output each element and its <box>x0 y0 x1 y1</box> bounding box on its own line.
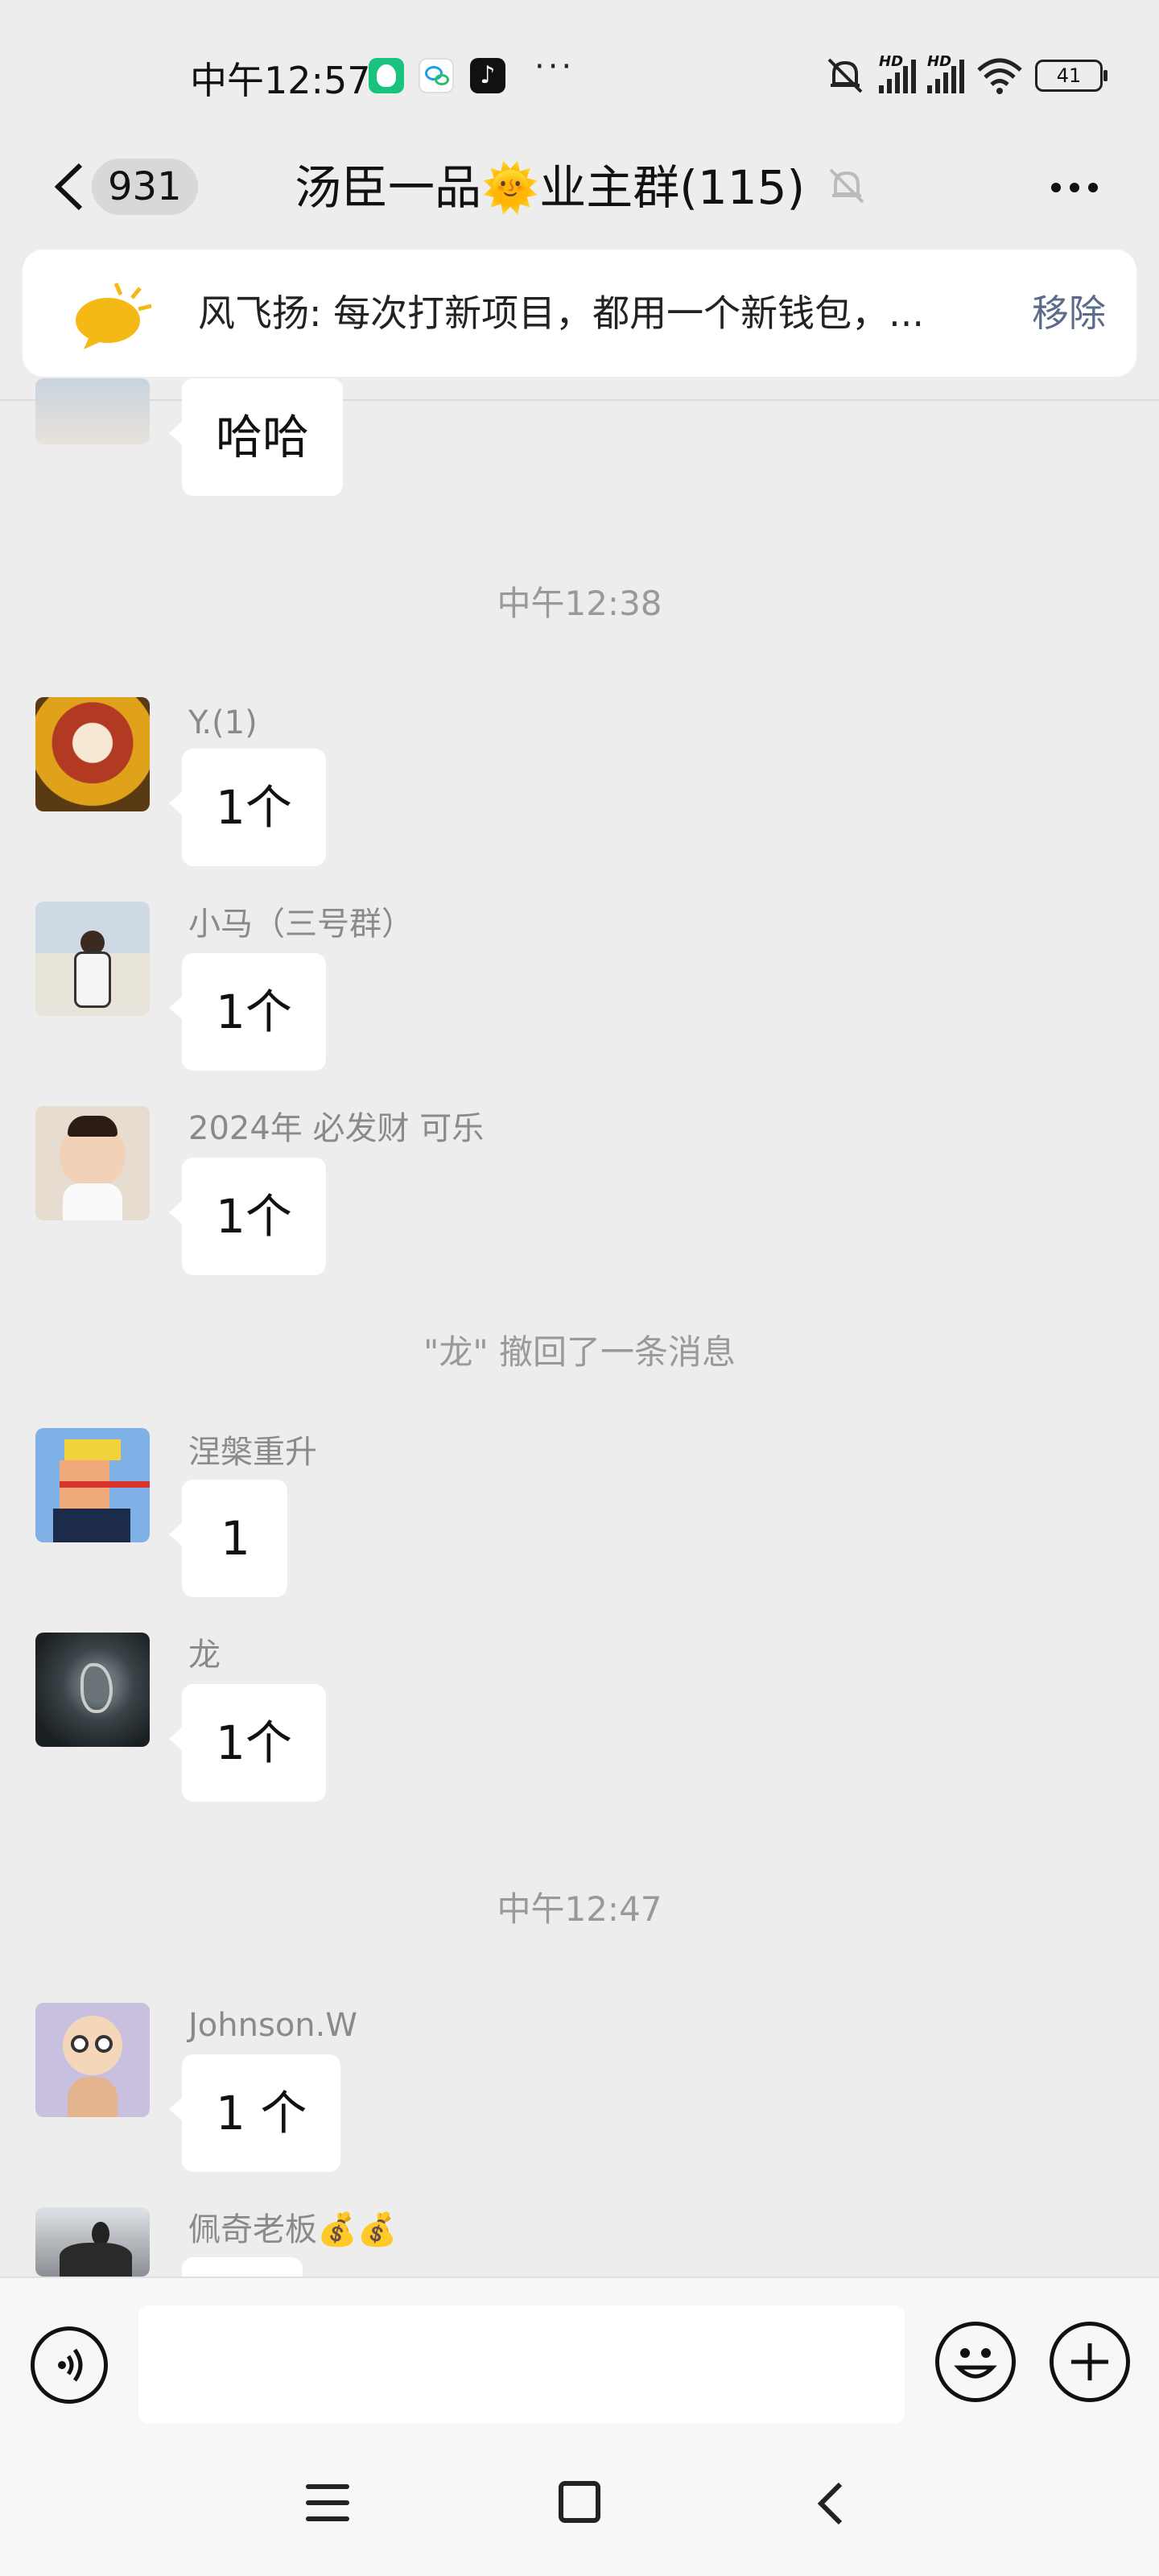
chat-header: 931 汤臣一品🌞业主群(115) <box>0 141 1159 237</box>
app-shield-icon <box>369 58 404 93</box>
status-time: 中午12:57 <box>190 59 371 102</box>
system-status-icons: HD HD 41 <box>823 52 1107 100</box>
sender-name: 2024年 必发财 可乐 <box>188 1110 485 1147</box>
message-bubble[interactable]: 哈哈 <box>168 378 344 496</box>
timestamp: 中午12:47 <box>497 1889 662 1929</box>
signal-icon: HD <box>879 53 916 93</box>
unread-count-badge[interactable]: 931 <box>92 159 198 215</box>
smiley-icon <box>954 2348 997 2379</box>
input-bar <box>0 2277 1159 2576</box>
message-bubble[interactable]: 1个 <box>169 1158 326 1275</box>
signal-icon: HD <box>927 53 964 93</box>
recall-notice: "龙" 撤回了一条消息 <box>423 1332 736 1372</box>
nav-home-button[interactable] <box>559 2481 600 2523</box>
message-bubble[interactable]: 1 个 <box>168 2054 341 2172</box>
more-functions-button[interactable] <box>1050 2322 1130 2402</box>
nav-back-icon[interactable] <box>811 2479 852 2528</box>
message-input[interactable] <box>138 2306 905 2423</box>
muted-bell-icon <box>829 168 864 204</box>
sender-name: 龙 <box>188 1637 221 1674</box>
message-bubble[interactable]: 1个 <box>169 1684 326 1802</box>
chat-bubbles-icon <box>419 58 454 93</box>
sender-name: 涅槃重升 <box>188 1434 317 1471</box>
timestamp: 中午12:38 <box>497 584 662 623</box>
more-notifications-icon: ··· <box>534 48 575 85</box>
battery-icon: 41 <box>1035 60 1107 92</box>
tiktok-icon: ♪ <box>470 58 505 93</box>
plus-icon <box>1071 2343 1108 2380</box>
remove-pin-button[interactable]: 移除 <box>1032 288 1106 338</box>
avatar[interactable] <box>35 697 150 811</box>
avatar[interactable] <box>35 378 150 444</box>
message-bubble[interactable] <box>169 2257 303 2325</box>
sender-name: 佩奇老板💰💰 <box>188 2211 398 2248</box>
message-bubble[interactable]: 1个 <box>169 953 326 1071</box>
pinned-message[interactable]: 风飞扬: 每次打新项目，都用一个新钱包，... 移除 <box>23 250 1136 377</box>
voice-input-button[interactable] <box>31 2326 108 2404</box>
muted-bell-icon <box>827 58 863 93</box>
sender-name: 小马（三号群） <box>188 906 414 943</box>
nav-menu-button[interactable] <box>306 2484 349 2524</box>
avatar[interactable] <box>35 1428 150 1542</box>
voice-icon <box>58 2348 83 2382</box>
message-bubble[interactable]: 1个 <box>169 749 326 866</box>
status-bar: 中午12:57 ♪ ··· HD HD 41 <box>0 0 1159 153</box>
avatar[interactable] <box>35 2003 150 2117</box>
speech-bubble-sun-icon <box>76 283 152 349</box>
wifi-icon <box>977 58 1022 94</box>
avatar[interactable] <box>35 1106 150 1220</box>
avatar[interactable] <box>35 2207 150 2277</box>
chat-title[interactable]: 汤臣一品🌞业主群(115) <box>295 155 805 220</box>
avatar[interactable] <box>35 1633 150 1747</box>
sender-name: Y.(1) <box>188 704 258 741</box>
pinned-message-text: 风飞扬: 每次打新项目，都用一个新钱包，... <box>198 291 924 335</box>
avatar[interactable] <box>35 902 150 1016</box>
sender-name: Johnson.W <box>188 2007 357 2044</box>
more-options-icon[interactable] <box>1046 163 1103 212</box>
divider <box>0 399 1159 401</box>
emoji-button[interactable] <box>935 2322 1016 2402</box>
message-bubble[interactable]: 1 <box>169 1480 287 1597</box>
